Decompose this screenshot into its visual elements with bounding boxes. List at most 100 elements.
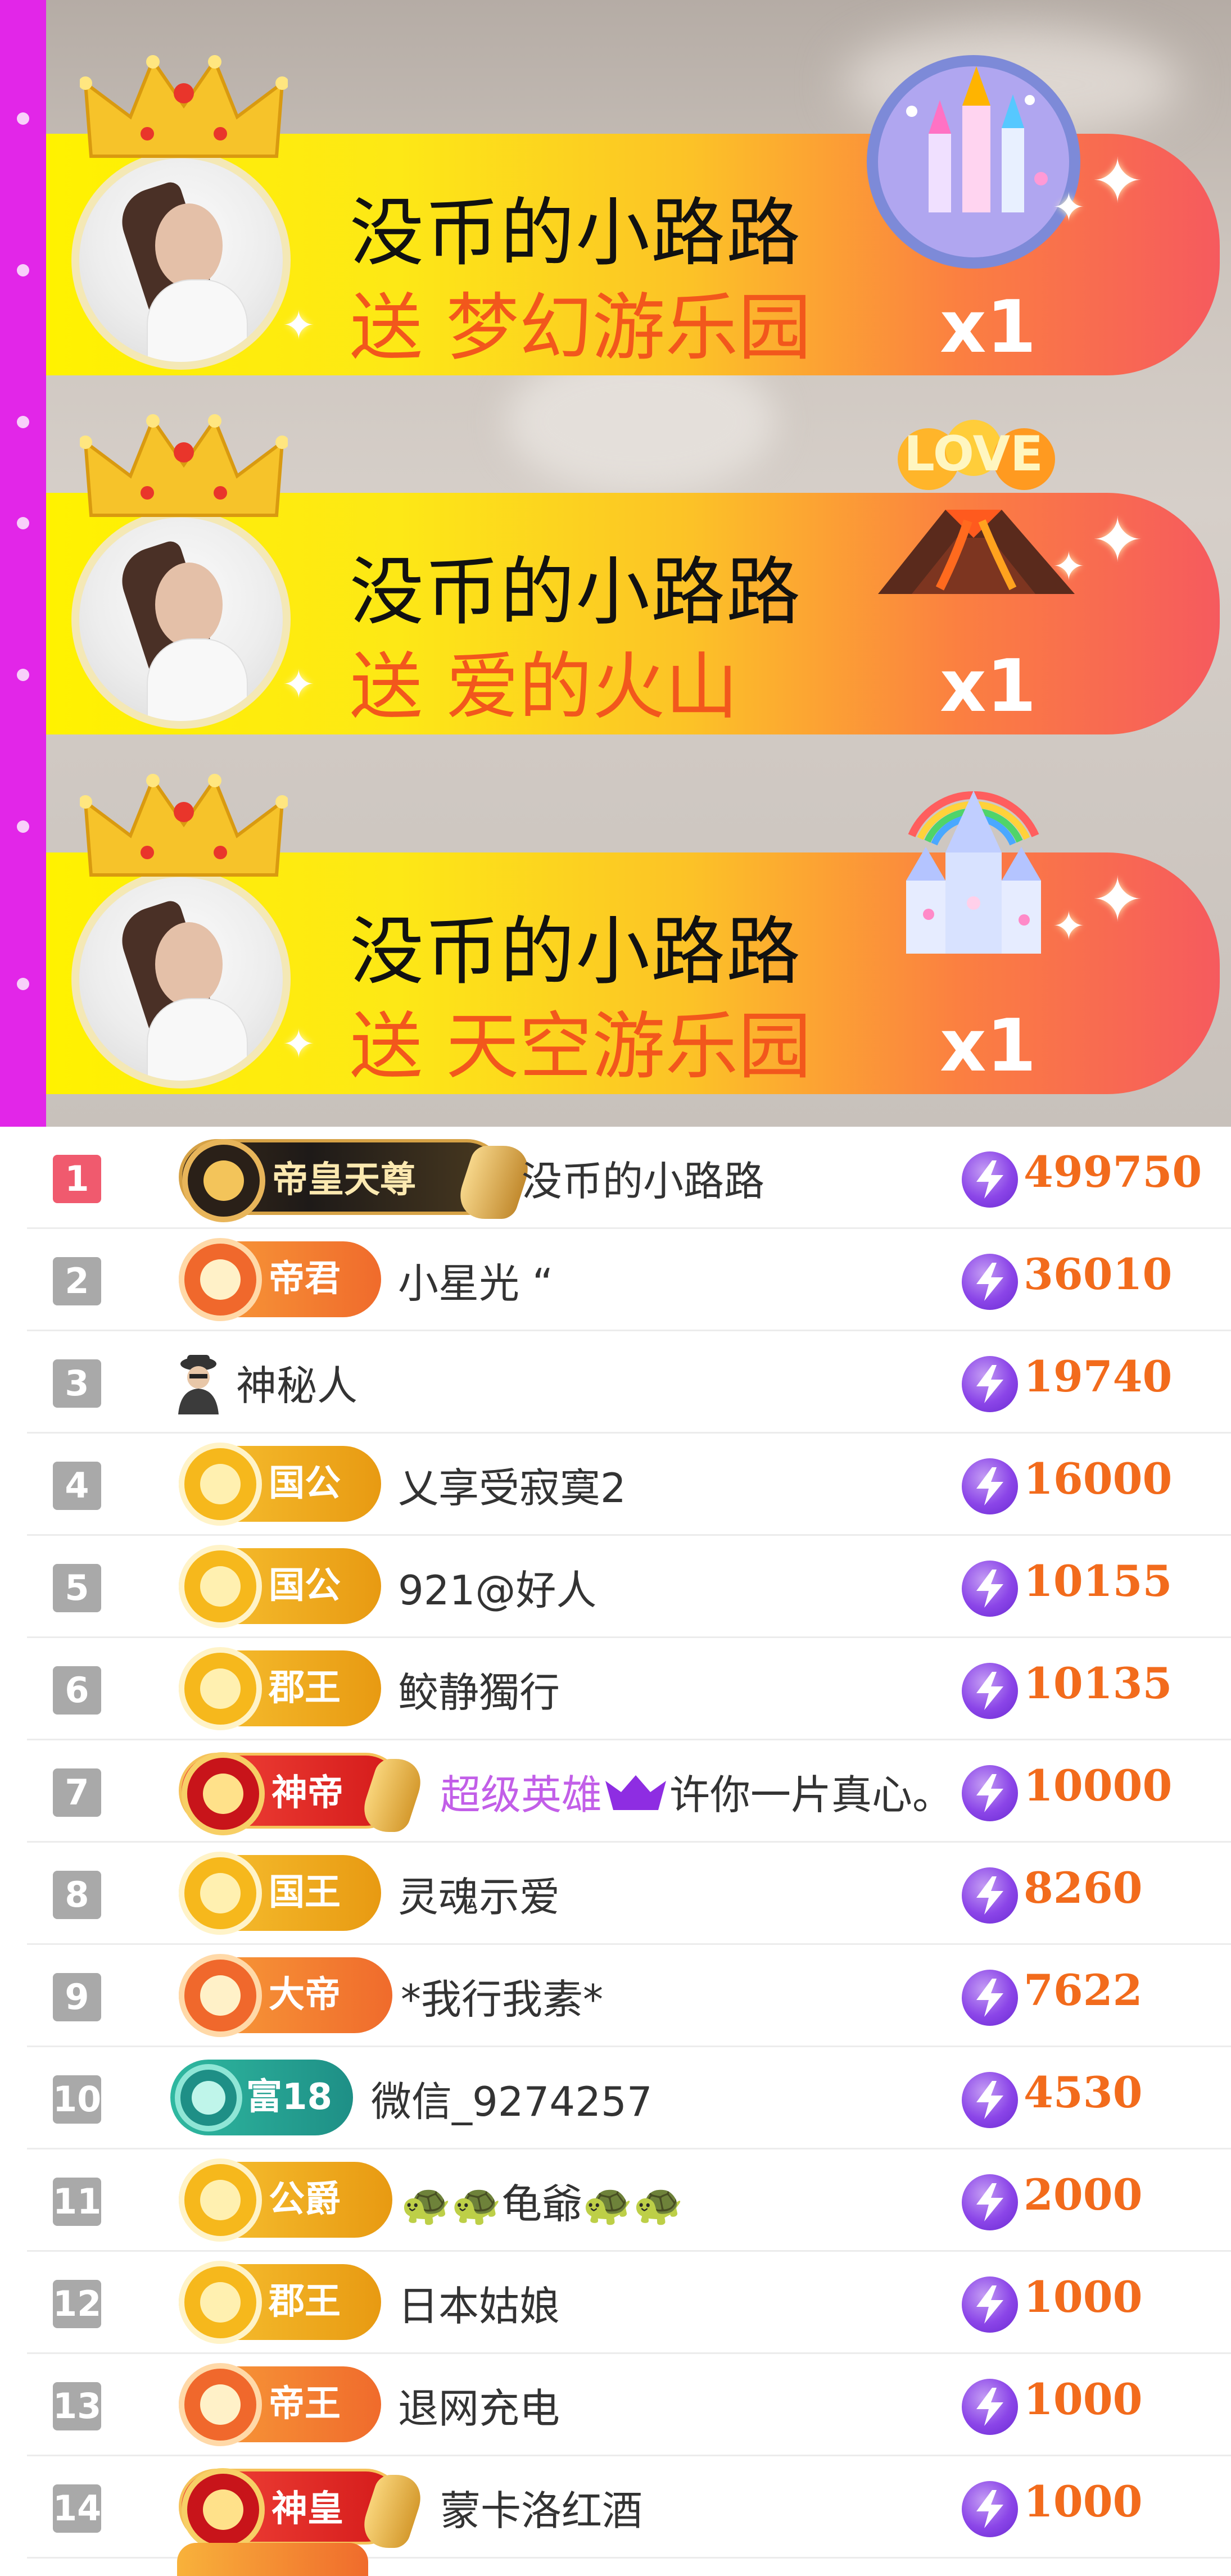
ranking-row[interactable]: 9 大帝 *我行我素* 7622 xyxy=(27,1945,1231,2047)
mystery-person-icon xyxy=(178,1355,219,1414)
user-name: 灵魂示爱 xyxy=(398,1874,560,1921)
gift-description: 送 爱的火山 xyxy=(350,644,739,729)
coin-icon xyxy=(962,2276,1018,2333)
level-badge: 帝君 xyxy=(179,1238,381,1321)
contribution-score: 10000 xyxy=(1024,1761,1173,1811)
level-badge: 郡王 xyxy=(179,1647,381,1730)
coin-icon xyxy=(962,1663,1018,1719)
user-name: 退网充电 xyxy=(398,2385,560,2432)
gift-count: x1 xyxy=(940,285,1037,369)
rank-number: 8 xyxy=(53,1871,101,1919)
contribution-score: 499750 xyxy=(1024,1147,1202,1197)
sparkle-icon: ✦ xyxy=(282,302,315,348)
user-name: *我行我素* xyxy=(401,1976,604,2023)
sparkle-icon: ✦ xyxy=(1092,504,1144,576)
sparkle-icon: ✦ xyxy=(1052,184,1085,230)
ranking-row[interactable]: 5 国公 921@好人 10155 xyxy=(27,1536,1231,1638)
user-name: 鲛静獨行 xyxy=(398,1669,560,1716)
ranking-row[interactable]: 7 神帝 超级英雄 许你一片真心。 10000 xyxy=(27,1740,1231,1843)
sky-amusement-park-icon xyxy=(906,791,1041,954)
gift-banner[interactable]: 没币的小路路 送 梦幻游乐园 ✦ ✦ ✦ x1 xyxy=(46,55,1220,375)
contribution-score: 1000 xyxy=(1024,2477,1143,2527)
rank-number: 9 xyxy=(53,1973,101,2021)
rank-number: 5 xyxy=(53,1564,101,1612)
dream-amusement-park-icon xyxy=(867,55,1080,269)
crown-icon xyxy=(80,774,288,877)
coin-icon xyxy=(962,1970,1018,2026)
user-name: 921@好人 xyxy=(398,1567,597,1614)
sparkle-icon: ✦ xyxy=(282,661,315,708)
ranking-row[interactable]: 13 帝王 退网充电 1000 xyxy=(27,2354,1231,2456)
ranking-row[interactable]: 8 国王 灵魂示爱 8260 xyxy=(27,1843,1231,1945)
crown-icon xyxy=(80,414,288,517)
contribution-score: 1000 xyxy=(1024,2374,1143,2424)
svg-text:LOVE: LOVE xyxy=(904,426,1043,482)
coin-icon xyxy=(962,1765,1018,1821)
rank-number: 2 xyxy=(53,1257,101,1305)
contribution-score: 16000 xyxy=(1024,1454,1173,1504)
side-pink-strip xyxy=(0,0,46,1127)
avatar[interactable] xyxy=(71,510,291,729)
user-name: 🐢🐢龟爺🐢🐢 xyxy=(401,2180,684,2228)
ranking-row[interactable]: 2 帝君 小星光 “ 36010 xyxy=(27,1229,1231,1331)
ranking-row[interactable]: 10 富18 微信_9274257 4530 xyxy=(27,2047,1231,2149)
sender-name: 没币的小路路 xyxy=(350,190,802,276)
level-badge: 神帝 xyxy=(179,1752,430,1835)
user-name: 没币的小路路 xyxy=(522,1158,765,1205)
ranking-row[interactable]: 11 公爵 🐢🐢龟爺🐢🐢 2000 xyxy=(27,2149,1231,2252)
coin-icon xyxy=(962,2072,1018,2128)
level-badge: 富18 xyxy=(170,2060,353,2135)
rank-number: 7 xyxy=(53,1768,101,1817)
ranking-row[interactable]: 12 郡王 日本姑娘 1000 xyxy=(27,2252,1231,2354)
contribution-score: 4530 xyxy=(1024,2067,1143,2117)
contribution-score: 10135 xyxy=(1024,1658,1173,1708)
gift-announcement-area: 没币的小路路 送 梦幻游乐园 ✦ ✦ ✦ x1 没币的小路路 送 爱的火山 LO… xyxy=(0,0,1231,1127)
user-name: 蒙卡洛红酒 xyxy=(440,2487,643,2534)
rank-number: 1 xyxy=(53,1155,101,1203)
ranking-row[interactable]: 6 郡王 鲛静獨行 10135 xyxy=(27,1638,1231,1740)
ranking-row[interactable]: 3 神秘人 19740 xyxy=(27,1331,1231,1434)
ranking-row[interactable]: 4 国公 乂享受寂寞2 16000 xyxy=(27,1434,1231,1536)
level-badge: 国王 xyxy=(179,1852,381,1935)
level-badge: 帝皇天尊 xyxy=(179,1139,537,1222)
coin-icon xyxy=(962,2481,1018,2537)
avatar[interactable] xyxy=(71,869,291,1089)
coin-icon xyxy=(962,2174,1018,2230)
contribution-score: 2000 xyxy=(1024,2170,1143,2220)
user-name: 微信_9274257 xyxy=(371,2078,653,2125)
rank-number: 12 xyxy=(53,2280,101,2328)
sender-name: 没币的小路路 xyxy=(350,909,802,995)
level-badge: 神皇 xyxy=(179,2468,430,2551)
gift-banner[interactable]: 没币的小路路 送 天空游乐园 ✦ ✦ ✦ x1 xyxy=(46,774,1220,1094)
gift-count: x1 xyxy=(940,1004,1037,1088)
rank-number: 13 xyxy=(53,2382,101,2430)
rank-number: 14 xyxy=(53,2484,101,2533)
ranking-row[interactable]: 1 帝皇天尊 没币的小路路 499750 xyxy=(27,1127,1231,1229)
gift-description: 送 天空游乐园 xyxy=(350,1004,812,1089)
coin-icon xyxy=(962,1561,1018,1617)
level-badge: 郡王 xyxy=(179,2261,381,2344)
rank-number: 10 xyxy=(53,2075,101,2124)
level-badge: 国公 xyxy=(179,1545,381,1628)
contribution-score: 1000 xyxy=(1024,2272,1143,2322)
coin-icon xyxy=(962,1458,1018,1514)
coin-icon xyxy=(962,2379,1018,2435)
sparkle-icon: ✦ xyxy=(282,1021,315,1067)
rank-number: 11 xyxy=(53,2178,101,2226)
contribution-score: 10155 xyxy=(1024,1556,1173,1606)
sparkle-icon: ✦ xyxy=(1052,903,1085,949)
rank-number: 4 xyxy=(53,1462,101,1510)
user-name-prefix: 超级英雄 xyxy=(440,1771,603,1818)
avatar[interactable] xyxy=(71,151,291,370)
gift-description: 送 梦幻游乐园 xyxy=(350,285,812,370)
sender-name: 没币的小路路 xyxy=(350,549,802,636)
user-name: 日本姑娘 xyxy=(398,2283,560,2330)
contribution-score: 36010 xyxy=(1024,1249,1173,1299)
next-row-badge-partial xyxy=(177,2543,368,2576)
level-badge: 大帝 xyxy=(179,1954,392,2037)
gift-banner[interactable]: 没币的小路路 送 爱的火山 LOVE ✦ ✦ ✦ x1 xyxy=(46,414,1220,734)
user-name: 神秘人 xyxy=(236,1362,358,1409)
purple-crown-icon xyxy=(605,1775,667,1810)
user-name: 超级英雄 许你一片真心。 xyxy=(440,1762,953,1821)
coin-icon xyxy=(962,1254,1018,1310)
